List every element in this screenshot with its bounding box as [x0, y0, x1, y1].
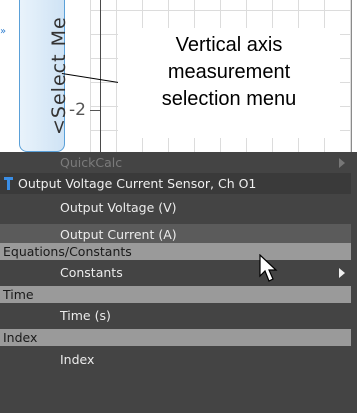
sensor-pin-icon	[4, 177, 13, 190]
submenu-arrow-icon	[339, 158, 345, 168]
menu-item-label: Time (s)	[60, 308, 111, 323]
menu-item-time[interactable]: Time (s)	[0, 305, 351, 326]
submenu-arrow-icon	[339, 268, 345, 278]
sensor-header: Output Voltage Current Sensor, Ch O1	[0, 173, 351, 194]
menu-item-quickcalc: QuickCalc	[0, 152, 351, 173]
menu-item-output-current[interactable]: Output Current (A)	[0, 224, 351, 245]
vertical-axis-select-button[interactable]: <Select Me	[19, 0, 70, 152]
section-label: Time	[3, 287, 34, 302]
expand-marker-icon[interactable]: »	[0, 26, 6, 37]
section-label: Index	[3, 330, 38, 345]
section-index: Index	[0, 329, 351, 346]
callout-annotation: Vertical axis measurement selection menu	[118, 28, 340, 138]
section-time: Time	[0, 286, 351, 303]
graph-area: -2 » <Select Me Vertical axis measuremen…	[0, 0, 357, 152]
menu-item-constants[interactable]: Constants	[0, 262, 351, 283]
menu-item-index[interactable]: Index	[0, 349, 351, 370]
menu-item-label: QuickCalc	[60, 155, 123, 170]
menu-item-label: Index	[60, 352, 95, 367]
callout-line-3: selection menu	[161, 88, 297, 110]
menu-item-label: Constants	[60, 265, 123, 280]
section-equations-constants: Equations/Constants	[0, 243, 351, 260]
sensor-header-label: Output Voltage Current Sensor, Ch O1	[18, 176, 257, 191]
graph-right-border	[351, 0, 352, 152]
vertical-axis-select-label: <Select Me	[48, 16, 70, 135]
mouse-cursor-icon	[259, 254, 278, 282]
callout-line-2: measurement	[167, 61, 291, 83]
menu-item-label: Output Voltage (V)	[60, 200, 177, 215]
callout-line-1: Vertical axis	[175, 34, 283, 56]
section-label: Equations/Constants	[3, 244, 132, 259]
measurement-dropdown-menu: QuickCalc Output Voltage Current Sensor,…	[0, 152, 357, 413]
menu-item-label: Output Current (A)	[60, 227, 177, 242]
y-tick-mark	[90, 110, 100, 111]
vertical-axis-line	[100, 0, 101, 152]
menu-item-output-voltage[interactable]: Output Voltage (V)	[0, 197, 351, 218]
